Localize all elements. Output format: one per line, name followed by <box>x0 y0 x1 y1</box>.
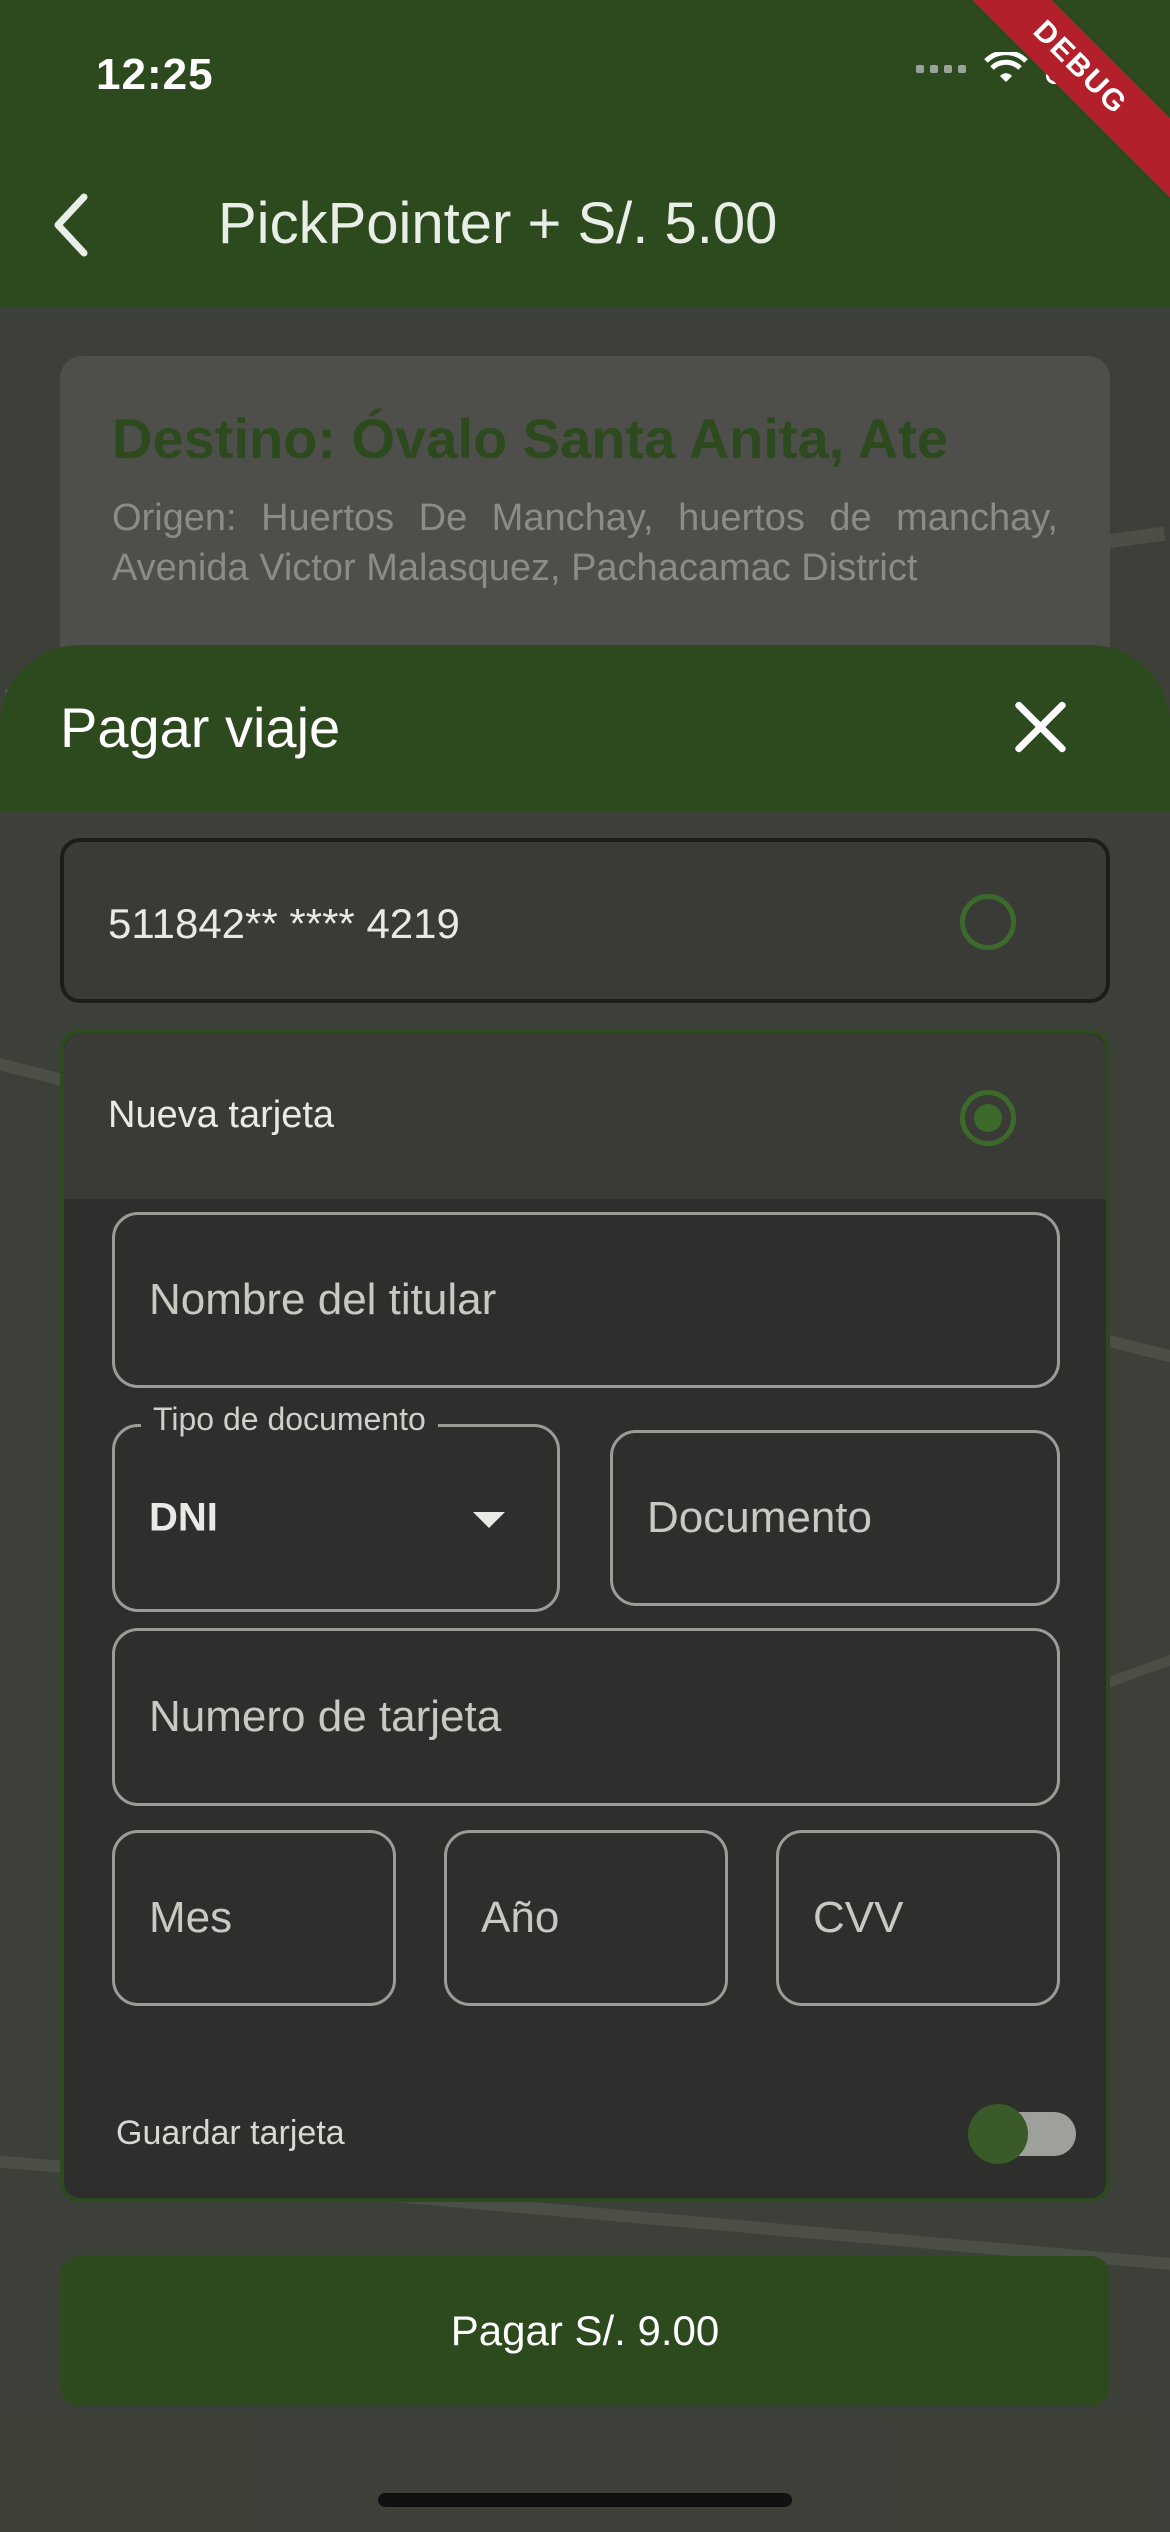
new-card-option: Nueva tarjeta Nombre del titular Tipo de… <box>60 1030 1110 2202</box>
home-indicator <box>378 2493 792 2507</box>
new-card-header[interactable]: Nueva tarjeta <box>64 1034 1106 1199</box>
save-card-toggle[interactable] <box>968 2104 1076 2164</box>
month-placeholder: Mes <box>149 1893 233 1942</box>
chevron-left-icon <box>54 193 88 257</box>
holder-name-placeholder: Nombre del titular <box>149 1275 497 1324</box>
document-type-label: Tipo de documento <box>141 1401 438 1438</box>
app-title: PickPointer + S/. 5.00 <box>218 191 778 256</box>
year-field[interactable]: Año <box>444 1830 728 2006</box>
sheet-title: Pagar viaje <box>60 696 341 759</box>
pay-button[interactable]: Pagar S/. 9.00 <box>60 2256 1110 2406</box>
saved-card-radio[interactable] <box>960 894 1016 950</box>
status-time: 12:25 <box>96 50 214 99</box>
destination-title: Destino: Óvalo Santa Anita, Ate <box>112 407 948 470</box>
debug-ribbon: DEBUG <box>947 0 1170 201</box>
new-card-radio[interactable] <box>960 1090 1016 1146</box>
card-number-placeholder: Numero de tarjeta <box>149 1692 502 1741</box>
month-field[interactable]: Mes <box>112 1830 396 2006</box>
app-bar: 12:25 DEBUG PickPointer + S/. 5.00 <box>0 0 1170 308</box>
close-button[interactable] <box>1010 697 1070 757</box>
save-card-label: Guardar tarjeta <box>116 2114 345 2152</box>
cvv-field[interactable]: CVV <box>776 1830 1060 2006</box>
saved-card-number: 511842** **** 4219 <box>108 900 460 947</box>
year-placeholder: Año <box>481 1893 560 1942</box>
wifi-icon <box>984 52 1028 82</box>
back-button[interactable] <box>40 185 100 265</box>
new-card-label: Nueva tarjeta <box>108 1094 335 1136</box>
document-field[interactable]: Documento <box>610 1430 1060 1606</box>
toggle-knob <box>968 2104 1028 2164</box>
save-card-row: Guardar tarjeta <box>116 2094 1076 2174</box>
holder-name-field[interactable]: Nombre del titular <box>112 1212 1060 1388</box>
card-number-field[interactable]: Numero de tarjeta <box>112 1628 1060 1806</box>
document-type-select[interactable]: Tipo de documento DNI <box>112 1401 560 1612</box>
cellular-signal-icon <box>916 65 966 73</box>
saved-card-option[interactable]: 511842** **** 4219 <box>60 838 1110 1003</box>
document-type-value: DNI <box>149 1495 218 1540</box>
cvv-placeholder: CVV <box>813 1893 904 1942</box>
document-placeholder: Documento <box>647 1493 873 1542</box>
payment-sheet-header: Pagar viaje <box>0 645 1170 811</box>
origin-address: Origen: Huertos De Manchay, huertos de m… <box>112 497 1058 589</box>
dropdown-arrow-icon <box>473 1512 505 1528</box>
